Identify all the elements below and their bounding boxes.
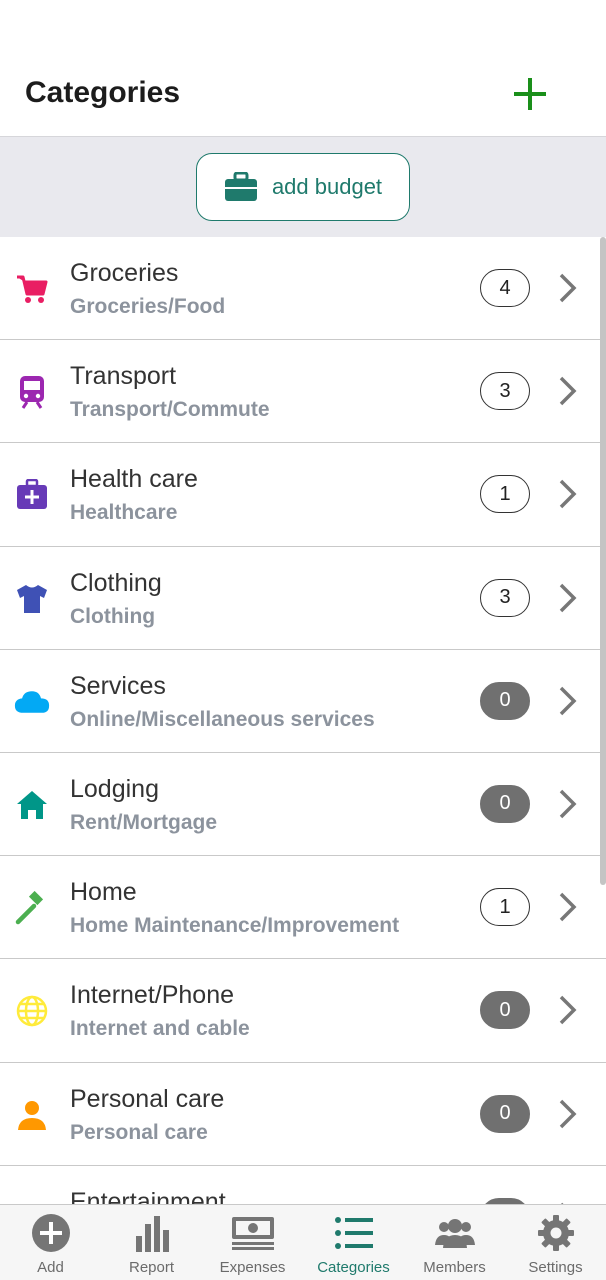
budget-bar: add budget [0, 136, 606, 237]
expense-count-badge: 4 [480, 269, 530, 307]
category-row-internet-phone[interactable]: Internet/Phone Internet and cable 0 [0, 959, 606, 1063]
briefcase-icon [224, 172, 257, 201]
category-description: Personal care [70, 1120, 208, 1144]
category-row-lodging[interactable]: Lodging Rent/Mortgage 0 [0, 752, 606, 857]
bar-chart-icon [130, 1213, 174, 1253]
category-row-clothing[interactable]: Clothing Clothing 3 [0, 546, 606, 650]
page-title: Categories [25, 76, 181, 109]
expense-count-badge: 0 [480, 784, 530, 823]
tab-add[interactable]: Add [0, 1205, 101, 1280]
chevron-right-icon [559, 996, 577, 1025]
tab-label: Settings [528, 1259, 583, 1276]
bottom-tab-bar: Add Report Expenses Categories Members S… [0, 1204, 606, 1280]
tab-settings[interactable]: Settings [505, 1205, 606, 1280]
chevron-right-icon [559, 686, 577, 715]
chevron-right-icon [559, 273, 577, 303]
add-category-button[interactable] [510, 74, 550, 114]
hammer-icon [14, 890, 50, 926]
category-description: Healthcare [70, 501, 178, 525]
chevron-right-icon [559, 480, 577, 509]
house-icon [14, 787, 50, 823]
tab-report[interactable]: Report [101, 1205, 202, 1280]
expense-count-badge: 1 [480, 475, 530, 514]
scrollbar[interactable] [600, 237, 606, 885]
category-name: Lodging [70, 774, 159, 803]
globe-icon [14, 993, 50, 1029]
category-description: Rent/Mortgage [70, 810, 217, 834]
list-icon [332, 1213, 376, 1253]
category-description: Clothing [70, 604, 156, 628]
category-description: Home Maintenance/Improvement [70, 914, 400, 938]
category-row-groceries[interactable]: Groceries Groceries/Food 4 [0, 237, 606, 341]
tab-label: Report [128, 1259, 175, 1276]
tab-label: Members [423, 1259, 486, 1276]
app-header: Categories [0, 0, 606, 136]
category-row-home[interactable]: Home Home Maintenance/Improvement 1 [0, 856, 606, 960]
category-row-health-care[interactable]: Health care Healthcare 1 [0, 443, 606, 547]
group-icon [433, 1213, 477, 1253]
category-description: Online/Miscellaneous services [70, 707, 375, 731]
category-name: Groceries [70, 259, 179, 287]
train-icon [14, 374, 50, 410]
chevron-right-icon [559, 892, 577, 922]
expense-count-badge: 3 [480, 372, 530, 411]
chevron-right-icon [559, 376, 577, 406]
category-row-entertainment[interactable]: Entertainment 0 [0, 1165, 606, 1204]
cloud-icon [14, 684, 50, 720]
expense-count-badge: 0 [480, 1094, 530, 1133]
expense-count-badge: 0 [480, 681, 530, 720]
category-name: Entertainment [70, 1187, 226, 1204]
chevron-right-icon [559, 583, 577, 612]
category-row-transport[interactable]: Transport Transport/Commute 3 [0, 340, 606, 444]
category-list[interactable]: Groceries Groceries/Food 4 Transport Tra… [0, 237, 606, 1204]
expense-count-badge: 3 [480, 578, 530, 617]
category-name: Internet/Phone [70, 981, 235, 1010]
category-name: Clothing [70, 568, 162, 597]
tab-members[interactable]: Members [404, 1205, 505, 1280]
add-budget-label: add budget [271, 174, 383, 199]
cart-icon [14, 271, 50, 307]
category-name: Transport [70, 362, 177, 391]
chevron-right-icon [559, 789, 577, 819]
shirt-icon [14, 581, 50, 617]
tab-label: Categories [317, 1259, 390, 1276]
category-description: Transport/Commute [70, 398, 270, 422]
category-row-personal-care[interactable]: Personal care Personal care 0 [0, 1062, 606, 1166]
gear-icon [534, 1213, 578, 1253]
person-icon [14, 1097, 50, 1133]
tab-categories[interactable]: Categories [303, 1205, 404, 1280]
category-name: Health care [70, 465, 198, 494]
expense-count-badge: 0 [480, 991, 530, 1030]
add-budget-button[interactable]: add budget [196, 153, 410, 221]
chevron-right-icon [559, 1099, 577, 1128]
tab-expenses[interactable]: Expenses [202, 1205, 303, 1280]
expense-count-badge: 1 [480, 888, 530, 927]
category-name: Home [70, 878, 137, 907]
plus-icon [514, 78, 546, 110]
category-description: Internet and cable [70, 1017, 250, 1041]
category-name: Personal care [70, 1084, 225, 1113]
money-icon [231, 1213, 275, 1253]
category-description: Groceries/Food [70, 295, 226, 318]
add-circle-icon [29, 1213, 73, 1253]
category-name: Services [70, 671, 166, 700]
tab-label: Expenses [219, 1259, 286, 1276]
medkit-icon [14, 477, 50, 513]
category-row-services[interactable]: Services Online/Miscellaneous services 0 [0, 649, 606, 753]
tab-label: Add [37, 1259, 64, 1276]
